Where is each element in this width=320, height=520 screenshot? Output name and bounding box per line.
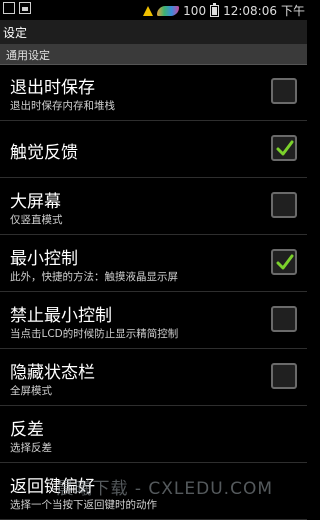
app-logo-icon: [157, 5, 180, 16]
setting-summary: 当点击LCD的时候防止显示精简控制: [10, 328, 179, 340]
save-on-exit-checkbox[interactable]: [271, 78, 297, 104]
setting-summary: 仅竖直模式: [10, 214, 63, 226]
setting-summary: 全屏模式: [10, 385, 52, 397]
page-title: 设定: [3, 26, 28, 40]
setting-contrast[interactable]: 反差 选择反差: [0, 406, 307, 463]
setting-summary: 选择一个当按下返回键时的动作: [10, 499, 157, 511]
clock-time: 12:08:06: [223, 3, 277, 18]
setting-disable-minimal-controls[interactable]: 禁止最小控制 当点击LCD的时候防止显示精简控制: [0, 292, 307, 349]
setting-save-on-exit[interactable]: 退出时保存 退出时保存内存和堆栈: [0, 64, 307, 121]
settings-list: 退出时保存 退出时保存内存和堆栈 触觉反馈 大屏幕 仅竖直模式 最小控制 此外，…: [0, 64, 307, 520]
setting-title: 最小控制: [10, 249, 78, 269]
setting-summary: 退出时保存内存和堆栈: [10, 100, 115, 112]
section-title: 通用设定: [6, 49, 50, 62]
haptic-feedback-checkbox[interactable]: [271, 135, 297, 161]
clock-period: 下午: [280, 4, 305, 18]
setting-title: 隐藏状态栏: [10, 363, 95, 383]
warning-icon: [143, 5, 154, 16]
disable-minimal-controls-checkbox[interactable]: [271, 306, 297, 332]
screenshot-notification-icon: [19, 2, 31, 14]
setting-large-screen[interactable]: 大屏幕 仅竖直模式: [0, 178, 307, 235]
watermark: 晨曦下载 - CXLEDU.COM: [56, 479, 273, 499]
minimal-controls-checkbox[interactable]: [271, 249, 297, 275]
setting-hide-status-bar[interactable]: 隐藏状态栏 全屏模式: [0, 349, 307, 406]
setting-minimal-controls[interactable]: 最小控制 此外，快捷的方法：触摸液晶显示屏: [0, 235, 307, 292]
setting-summary: 此外，快捷的方法：触摸液晶显示屏: [10, 271, 178, 283]
battery-level: 100: [183, 3, 207, 18]
hide-status-bar-checkbox[interactable]: [271, 363, 297, 389]
setting-haptic-feedback[interactable]: 触觉反馈: [0, 121, 307, 178]
notification-icon: [3, 2, 15, 14]
setting-title: 大屏幕: [10, 192, 61, 212]
large-screen-checkbox[interactable]: [271, 192, 297, 218]
setting-title: 反差: [10, 420, 44, 440]
checkmark-icon: [276, 254, 294, 270]
checkmark-icon: [276, 140, 294, 156]
section-header: 通用设定: [0, 44, 307, 65]
setting-title: 退出时保存: [10, 78, 95, 98]
setting-title: 禁止最小控制: [10, 306, 112, 326]
title-bar: 设定: [0, 20, 307, 45]
battery-icon: [210, 2, 220, 17]
setting-title: 触觉反馈: [10, 143, 78, 163]
setting-summary: 选择反差: [10, 442, 52, 454]
status-bar: 100 12:08:06 下午: [0, 0, 307, 20]
